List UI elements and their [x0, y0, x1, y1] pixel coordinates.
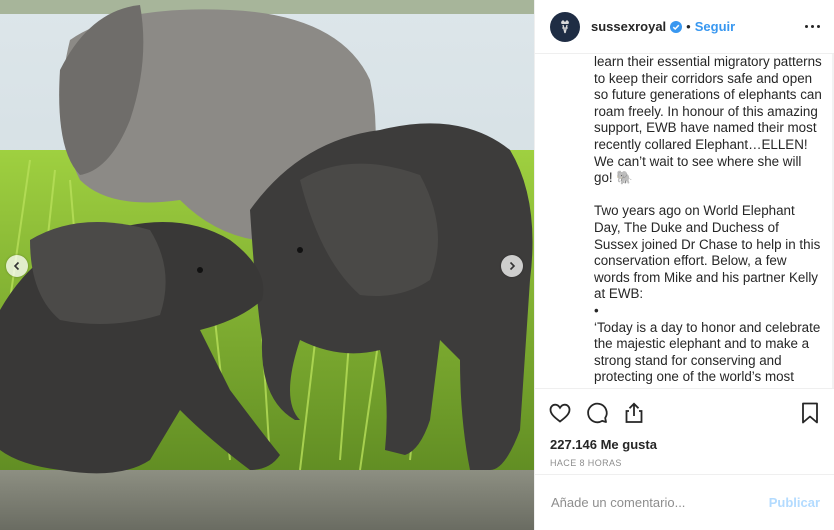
post-sidebar: sussexroyal • Seguir learn their essenti… — [534, 0, 834, 530]
royal-monogram-icon — [561, 19, 569, 33]
more-options-icon[interactable] — [805, 25, 820, 28]
next-photo-button[interactable] — [501, 255, 523, 277]
heart-icon[interactable] — [548, 401, 572, 425]
previous-photo-button[interactable] — [6, 255, 28, 277]
avatar[interactable] — [550, 11, 580, 42]
share-icon[interactable] — [622, 401, 646, 425]
post-photo[interactable] — [0, 0, 534, 530]
comment-input[interactable] — [549, 494, 769, 511]
elephants-photo — [0, 0, 534, 530]
caption-area[interactable]: learn their essential migratory patterns… — [535, 54, 834, 388]
verified-badge-icon — [670, 20, 683, 33]
comment-box: Publicar — [535, 474, 834, 530]
likes-count[interactable]: 227.146 Me gusta — [535, 436, 834, 454]
separator-dot: • — [686, 19, 691, 34]
caption-text: learn their essential migratory patterns… — [594, 54, 822, 388]
comment-icon[interactable] — [585, 401, 609, 425]
follow-button[interactable]: Seguir — [695, 19, 735, 34]
action-bar — [535, 388, 834, 436]
publish-button[interactable]: Publicar — [769, 495, 820, 510]
username[interactable]: sussexroyal — [591, 19, 666, 34]
instagram-post: sussexroyal • Seguir learn their essenti… — [0, 0, 834, 530]
post-header: sussexroyal • Seguir — [535, 0, 834, 54]
bookmark-icon[interactable] — [798, 401, 822, 425]
chevron-left-icon — [13, 261, 20, 271]
chevron-right-icon — [509, 261, 516, 271]
post-timestamp[interactable]: HACE 8 HORAS — [535, 454, 834, 474]
